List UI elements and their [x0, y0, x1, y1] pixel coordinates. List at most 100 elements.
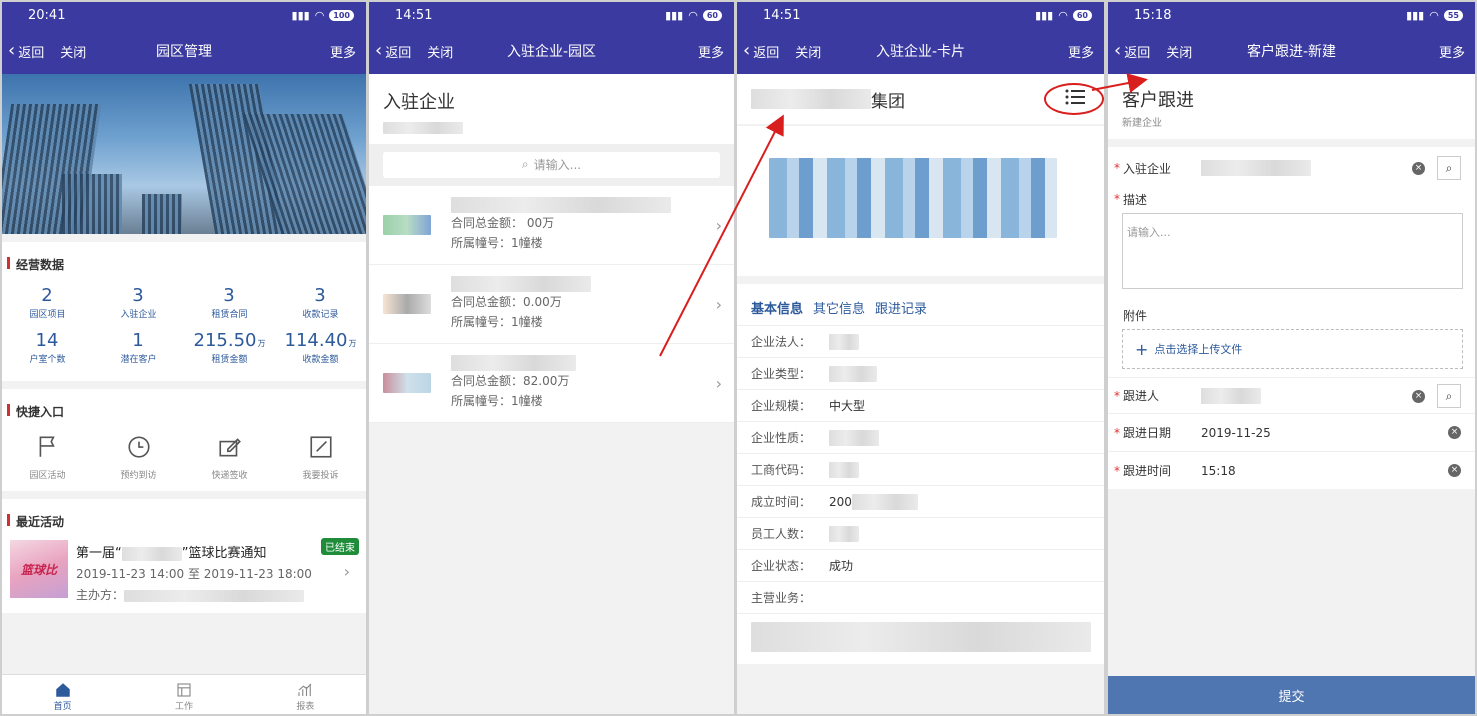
close-button[interactable]: 关闭: [795, 42, 821, 61]
list-item[interactable]: 合同总金额：82.00万 所属幢号：1幢楼 ›: [369, 343, 734, 423]
tab-work[interactable]: 工作: [123, 675, 244, 714]
quick-label: 我要投诉: [302, 471, 339, 481]
screen-follow-new: 15:18 ▮▮▮ ◠ 55 ‹ 返回 关闭 客户跟进-新建 更多 客户跟进 新建…: [1108, 2, 1475, 714]
search-icon[interactable]: ⌕: [1437, 156, 1461, 180]
date-value: 2019-11-25: [1201, 425, 1271, 440]
work-icon: [177, 683, 191, 697]
list-item[interactable]: 合同总金额：0.00万 所属幢号：1幢楼 ›: [369, 264, 734, 344]
stat-label: 租赁合同: [211, 310, 248, 320]
search-icon[interactable]: ⌕: [1437, 384, 1461, 408]
status-time: 15:18: [1134, 7, 1172, 23]
screen-park-management: 20:41 ▮▮▮ ◠ 100 ‹ 返回 关闭 园区管理 更多 经营数据 2 园区项…: [2, 2, 366, 714]
status-bar: 14:51 ▮▮▮ ◠ 60: [737, 2, 1104, 28]
stat-item[interactable]: 114.40万 收款金额: [275, 326, 366, 371]
tab-basic-info[interactable]: 基本信息: [751, 298, 803, 317]
list-item-body: 合同总金额：82.00万 所属幢号：1幢楼: [451, 354, 576, 411]
plus-icon: +: [1135, 339, 1149, 359]
signal-icon: ▮▮▮: [291, 8, 310, 22]
info-label: 企业规模：: [751, 399, 812, 413]
close-button[interactable]: 关闭: [60, 42, 86, 61]
card-tabs: 基本信息 其它信息 跟进记录: [737, 284, 1104, 326]
quick-park-activity[interactable]: 园区活动: [2, 434, 93, 481]
battery-icon: 60: [702, 9, 722, 21]
upload-button[interactable]: + 点击选择上传文件: [1122, 329, 1463, 369]
clear-icon[interactable]: ×: [1448, 464, 1461, 477]
building-number: 所属幢号：1幢楼: [451, 314, 543, 329]
stat-value: 114.40万: [284, 330, 357, 351]
recent-section-title: 最近活动: [2, 499, 366, 534]
more-button[interactable]: 更多: [1068, 42, 1094, 61]
field-label: 跟进时间: [1123, 464, 1172, 478]
attach-label-row: 附件: [1108, 289, 1475, 329]
stat-label: 园区项目: [29, 310, 66, 320]
field-label: 跟进日期: [1123, 426, 1172, 440]
tab-other-info[interactable]: 其它信息: [813, 298, 865, 317]
clear-icon[interactable]: ×: [1412, 390, 1425, 403]
back-button[interactable]: ‹ 返回: [743, 42, 779, 61]
back-button[interactable]: ‹ 返回: [375, 42, 411, 61]
more-button[interactable]: 更多: [698, 42, 724, 61]
list-item-body: 合同总金额： 00万 所属幢号：1幢楼: [451, 196, 671, 253]
stat-item[interactable]: 3 入驻企业: [93, 281, 184, 326]
quick-appointment[interactable]: 预约到访: [93, 434, 184, 481]
form-header: 客户跟进 新建企业: [1108, 74, 1475, 139]
more-button[interactable]: 更多: [1439, 42, 1465, 61]
ops-section: 经营数据 2 园区项目 3 入驻企业 3 租赁合同 3 收款记录 14 户室个数 1 潜在客户 215.…: [2, 242, 366, 381]
redacted-text: [451, 354, 576, 371]
date-field[interactable]: * 跟进日期 2019-11-25 ×: [1108, 413, 1475, 451]
quick-complaint[interactable]: 我要投诉: [275, 434, 366, 481]
page-title: 入驻企业-卡片: [875, 44, 966, 60]
stat-label: 租赁金额: [211, 355, 248, 365]
search-input[interactable]: ⌕ 请输入...: [383, 151, 720, 178]
chevron-left-icon: ‹: [743, 40, 751, 61]
field-label: 附件: [1123, 308, 1148, 323]
stat-item[interactable]: 3 租赁合同: [184, 281, 275, 326]
tab-report[interactable]: 报表: [245, 675, 366, 714]
follower-field[interactable]: * 跟进人 × ⌕: [1108, 377, 1475, 413]
redacted-text: [851, 493, 918, 510]
back-button[interactable]: ‹ 返回: [1114, 42, 1150, 61]
quick-grid: 园区活动 预约到访 快递签收 我要投诉: [2, 424, 366, 491]
back-label: 返回: [753, 45, 780, 61]
stat-label: 收款记录: [302, 310, 339, 320]
stat-item[interactable]: 1 潜在客户: [93, 326, 184, 371]
stat-item[interactable]: 215.50万 租赁金额: [184, 326, 275, 371]
tab-home[interactable]: 首页: [2, 675, 123, 714]
submit-button[interactable]: 提交: [1108, 676, 1475, 714]
more-button[interactable]: 更多: [330, 42, 356, 61]
stat-item[interactable]: 2 园区项目: [2, 281, 93, 326]
list-item[interactable]: 合同总金额： 00万 所属幢号：1幢楼 ›: [369, 185, 734, 265]
stat-label: 潜在客户: [120, 355, 157, 365]
back-label: 返回: [385, 45, 412, 61]
nav-bar: ‹ 返回 关闭 入驻企业-卡片 更多: [737, 28, 1104, 74]
stat-item[interactable]: 3 收款记录: [275, 281, 366, 326]
form-subtitle: 新建企业: [1122, 118, 1162, 129]
company-image: [737, 126, 1104, 276]
clear-icon[interactable]: ×: [1412, 162, 1425, 175]
tab-follow-records[interactable]: 跟进记录: [875, 298, 927, 317]
time-field[interactable]: * 跟进时间 15:18 ×: [1108, 451, 1475, 489]
close-button[interactable]: 关闭: [1166, 42, 1192, 61]
quick-label: 快递签收: [211, 471, 248, 481]
company-header: 集团: [737, 74, 1104, 124]
chevron-left-icon: ‹: [1114, 40, 1122, 61]
activity-title: 第一届“ ”篮球比赛通知: [76, 542, 358, 561]
banner-image[interactable]: [2, 74, 366, 234]
clear-icon[interactable]: ×: [1448, 426, 1461, 439]
chevron-right-icon: ›: [715, 294, 722, 314]
stat-item[interactable]: 14 户室个数: [2, 326, 93, 371]
back-button[interactable]: ‹ 返回: [8, 42, 44, 61]
company-field[interactable]: * 入驻企业 × ⌕: [1108, 151, 1475, 185]
bottom-tab-bar: 首页 工作 报表: [2, 674, 366, 714]
tab-label: 工作: [174, 702, 193, 712]
redacted-text: [751, 622, 1091, 652]
description-textarea[interactable]: 请输入...: [1122, 213, 1463, 289]
company-logo: [383, 372, 431, 393]
activity-time: 2019-11-23 14:00 至 2019-11-23 18:00: [76, 567, 312, 581]
contract-amount: 合同总金额：82.00万: [451, 373, 570, 388]
nav-bar: ‹ 返回 关闭 园区管理 更多: [2, 28, 366, 74]
quick-express[interactable]: 快递签收: [184, 434, 275, 481]
home-icon: [55, 683, 70, 697]
close-button[interactable]: 关闭: [427, 42, 453, 61]
activity-item[interactable]: 篮球比 第一届“ ”篮球比赛通知 2019-11-23 14:00 至 2019-…: [2, 534, 366, 613]
